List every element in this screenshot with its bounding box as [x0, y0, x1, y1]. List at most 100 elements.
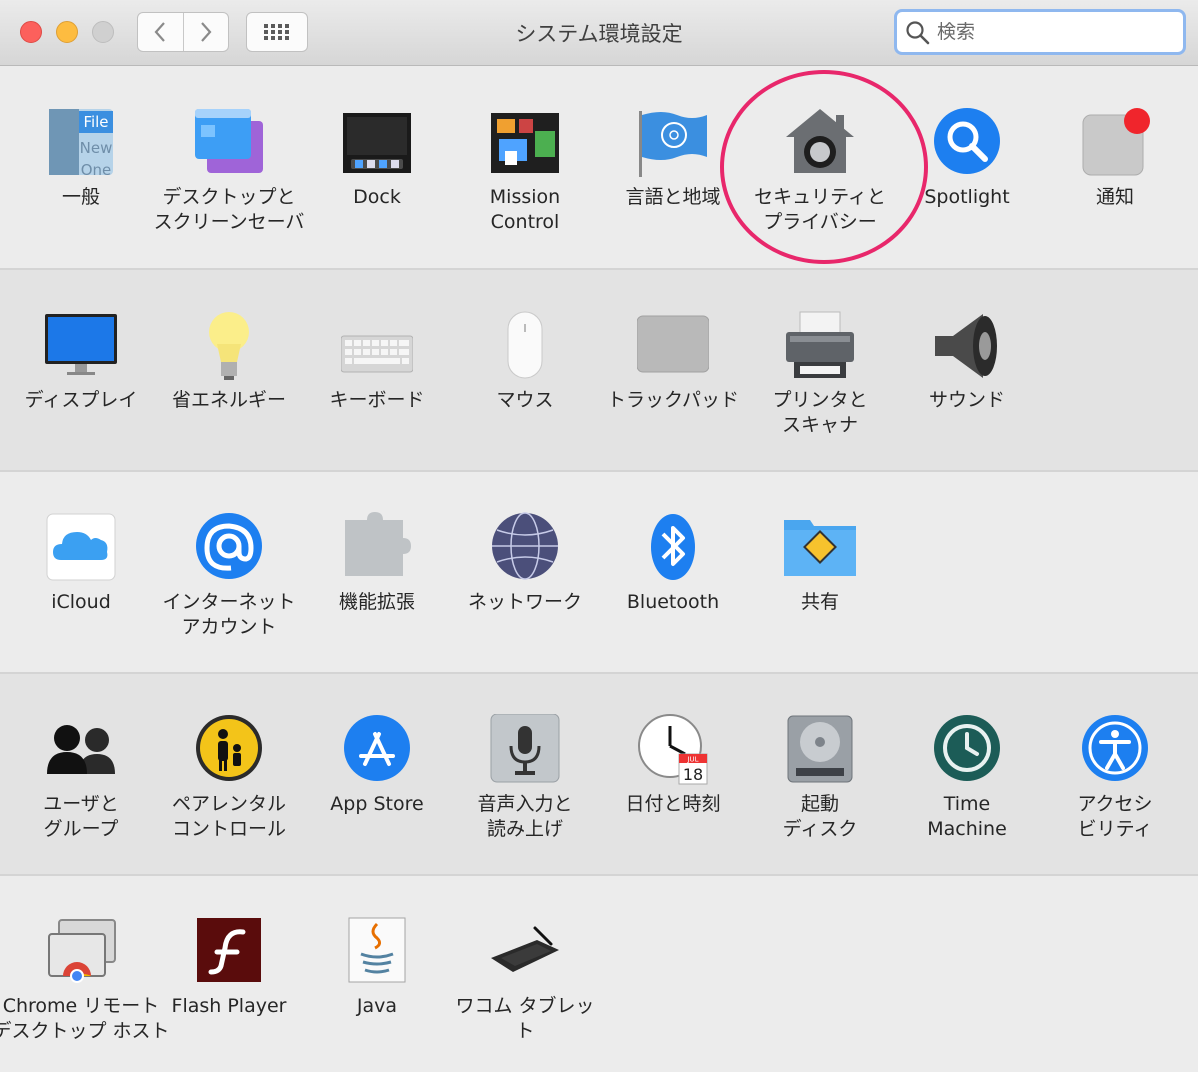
internet-accounts-icon [196, 513, 262, 579]
pref-extensions[interactable]: 機能拡張 [303, 472, 451, 672]
pref-dock[interactable]: Dock [303, 67, 451, 268]
search-field[interactable] [894, 9, 1186, 55]
pref-label: サウンド [928, 389, 1005, 411]
pref-java[interactable]: Java [303, 876, 451, 1072]
pref-label: 通知 [1095, 186, 1134, 208]
pref-label: Java [356, 995, 398, 1017]
pref-label: デスクトップと スクリーンセーバ [153, 186, 305, 233]
window-title: システム環境設定 [515, 22, 683, 46]
pref-network[interactable]: ネットワーク [451, 472, 599, 672]
show-all-button[interactable] [246, 12, 308, 52]
calendar-month-text: JUL [686, 756, 698, 764]
pref-time-machine[interactable]: Time Machine [893, 674, 1041, 874]
parental-controls-icon [196, 715, 262, 781]
spotlight-icon [934, 108, 1000, 174]
calendar-day-text: 18 [683, 765, 703, 784]
pref-label: アクセシ ビリティ [1077, 793, 1153, 840]
pref-display[interactable]: ディスプレイ [7, 270, 155, 470]
system-preferences-window: システム環境設定 File New One 一般 [0, 0, 1198, 1072]
keyboard-icon [341, 335, 413, 373]
app-store-icon [344, 715, 410, 781]
highlight-circle-annotation [720, 70, 928, 264]
title-bar: システム環境設定 [0, 0, 1198, 66]
pref-energy-saver[interactable]: 省エネルギー [155, 270, 303, 470]
pref-label: ペアレンタル コントロール [171, 793, 286, 840]
pref-label: ディスプレイ [24, 389, 138, 411]
mouse-icon [507, 311, 543, 379]
pref-flash-player[interactable]: Flash Player [155, 876, 303, 1072]
pref-desktop-screensaver[interactable]: デスクトップと スクリーンセーバ [154, 67, 304, 268]
pref-date-time[interactable]: JUL 18 日付と時刻 [599, 674, 747, 874]
search-input[interactable] [937, 18, 1167, 46]
accessibility-icon [1082, 715, 1148, 781]
pref-label: 機能拡張 [338, 591, 415, 613]
back-button[interactable] [138, 13, 183, 51]
general-icon: File New One [49, 109, 113, 179]
bluetooth-icon [651, 514, 695, 580]
chevron-right-icon [200, 22, 212, 42]
pref-label: Dock [353, 186, 401, 208]
pref-label: 起動 ディスク [782, 793, 858, 840]
printer-scanner-icon [786, 311, 854, 378]
pref-dictation-speech[interactable]: 音声入力と 読み上げ [451, 674, 599, 874]
notifications-icon [1082, 108, 1150, 176]
pref-chrome-remote-desktop[interactable]: Chrome リモート デスクトップ ホスト [0, 876, 170, 1072]
pref-label: Mission Control [489, 186, 561, 233]
pref-parental-controls[interactable]: ペアレンタル コントロール [155, 674, 303, 874]
language-region-icon [639, 111, 707, 177]
pref-sound[interactable]: サウンド [893, 270, 1041, 470]
java-icon [348, 917, 406, 983]
flash-player-icon [197, 918, 261, 982]
close-button[interactable] [20, 21, 42, 43]
pref-bluetooth[interactable]: Bluetooth [599, 472, 747, 672]
pref-startup-disk[interactable]: 起動 ディスク [746, 674, 894, 874]
pref-mission-control[interactable]: Mission Control [451, 67, 599, 268]
sharing-icon [784, 520, 856, 576]
network-icon [492, 512, 558, 580]
pref-label: 一般 [61, 186, 100, 208]
pref-sharing[interactable]: 共有 [746, 472, 894, 672]
navigation-buttons [137, 12, 229, 52]
pref-label: プリンタと スキャナ [772, 389, 868, 436]
pref-mouse[interactable]: マウス [451, 270, 599, 470]
startup-disk-icon [787, 715, 853, 783]
pref-printers-scanners[interactable]: プリンタと スキャナ [746, 270, 894, 470]
extensions-icon [345, 512, 411, 576]
pref-internet-accounts[interactable]: インターネット アカウント [155, 472, 303, 672]
preferences-row-system: ユーザと グループ ペアレンタル コントロール App Store 音声入力と … [0, 674, 1198, 876]
mission-control-icon [491, 113, 559, 173]
zoom-button[interactable] [92, 21, 114, 43]
preferences-row-personal: File New One 一般 デスクトップと スクリーンセーバ Dock Mi… [0, 67, 1198, 270]
pref-label: Flash Player [171, 995, 287, 1017]
sound-icon [935, 314, 997, 378]
forward-button[interactable] [182, 13, 229, 51]
pref-label: Time Machine [927, 793, 1007, 840]
preferences-row-hardware: ディスプレイ 省エネルギー キーボード マウス トラックパッド プリンタと スキ… [0, 270, 1198, 472]
display-icon [45, 314, 117, 375]
wacom-tablet-icon [491, 926, 559, 972]
pref-wacom-tablet[interactable]: ワコム タブレット [451, 876, 599, 1072]
pref-label: 日付と時刻 [625, 793, 721, 815]
pref-accessibility[interactable]: アクセシ ビリティ [1041, 674, 1189, 874]
pref-label: マウス [496, 389, 554, 411]
grid-icon [264, 24, 289, 40]
desktop-screensaver-icon [195, 109, 263, 173]
chevron-left-icon [154, 22, 166, 42]
pref-label: ワコム タブレット [455, 995, 595, 1042]
general-icon-one-text: One [81, 161, 112, 179]
pref-icloud[interactable]: iCloud [7, 472, 155, 672]
pref-keyboard[interactable]: キーボード [303, 270, 451, 470]
pref-notifications[interactable]: 通知 [1041, 67, 1189, 268]
time-machine-icon [934, 715, 1000, 781]
dock-icon [343, 113, 411, 173]
pref-general[interactable]: File New One 一般 [7, 67, 155, 268]
icloud-icon [46, 513, 116, 581]
pref-label: Bluetooth [626, 591, 720, 613]
pref-users-groups[interactable]: ユーザと グループ [7, 674, 155, 874]
energy-saver-icon [209, 312, 249, 380]
pref-trackpad[interactable]: トラックパッド [599, 270, 747, 470]
pref-app-store[interactable]: App Store [303, 674, 451, 874]
minimize-button[interactable] [56, 21, 78, 43]
general-icon-new-text: New [80, 139, 113, 157]
pref-label: 共有 [800, 591, 839, 613]
